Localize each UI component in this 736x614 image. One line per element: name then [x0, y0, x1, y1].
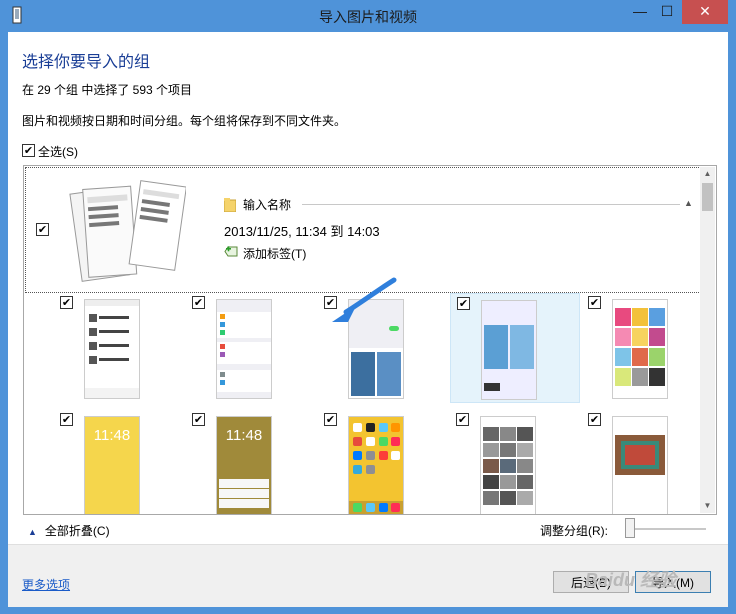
more-options-link[interactable]: 更多选项 [22, 576, 70, 593]
thumbnail-checkbox[interactable]: ✔ [457, 297, 470, 310]
group-slider-thumb[interactable] [625, 518, 635, 538]
thumbnail-item[interactable]: ✔ 11:48 [54, 410, 184, 514]
adjust-groups-label: 调整分组(R): [540, 524, 608, 538]
group-date-range: 2013/11/25, 11:34 到 14:03 [224, 224, 380, 239]
select-all-label[interactable]: 全选(S) [38, 143, 78, 160]
scroll-down-icon[interactable]: ▼ [700, 499, 715, 513]
add-tag-icon [224, 246, 238, 257]
thumbnail-item[interactable]: ✔ 11:48 [186, 410, 316, 514]
thumbnail-item[interactable]: ✔ [450, 410, 580, 514]
close-button[interactable]: ✕ [682, 0, 728, 24]
window-title: 导入图片和视频 [319, 9, 417, 25]
thumbnail-item[interactable]: ✔ [318, 410, 448, 514]
thumbnail-checkbox[interactable]: ✔ [192, 296, 205, 309]
thumbnail-image: 11:48 [84, 416, 140, 514]
thumbnail-item[interactable]: ✔ [186, 293, 316, 403]
thumbnail-image [348, 416, 404, 514]
group-slider-track[interactable] [628, 528, 706, 530]
grouping-description: 图片和视频按日期和时间分组。每个组将保存到不同文件夹。 [22, 114, 347, 128]
folder-icon [224, 198, 236, 212]
group-list[interactable]: ✔ 输入名称 ▲ 2013/11/25, 11:34 到 14:03 添加标签(… [23, 165, 717, 515]
thumbnail-checkbox[interactable]: ✔ [588, 296, 601, 309]
lock-time: 11:48 [93, 427, 131, 444]
thumbnail-checkbox[interactable]: ✔ [588, 413, 601, 426]
scrollbar-thumb[interactable] [702, 183, 713, 211]
annotation-arrow [332, 277, 397, 322]
minimize-button[interactable]: — [628, 0, 652, 24]
thumbnail-checkbox[interactable]: ✔ [60, 413, 73, 426]
collapse-group-icon[interactable]: ▲ [684, 198, 693, 208]
page-title: 选择你要导入的组 [22, 54, 151, 71]
add-tag-link[interactable]: 添加标签(T) [243, 245, 306, 262]
collapse-all-label: 全部折叠(C) [44, 524, 110, 538]
thumbnail-image: 11:48 [216, 416, 272, 514]
thumbnail-checkbox[interactable]: ✔ [324, 413, 337, 426]
thumbnail-checkbox[interactable]: ✔ [60, 296, 73, 309]
dialog-body: 选择你要导入的组 在 29 个组 中选择了 593 个项目 图片和视频按日期和时… [8, 32, 728, 607]
group-separator [302, 204, 680, 205]
vertical-scrollbar[interactable]: ▲ ▼ [700, 167, 715, 513]
thumbnail-image [612, 416, 668, 514]
lock-time: 11:48 [225, 427, 263, 444]
collapse-all-button[interactable]: ▲ 全部折叠(C) [28, 522, 110, 539]
thumbnail-image [480, 416, 536, 514]
group-name-field[interactable]: 输入名称 [243, 196, 291, 213]
group-checkbox[interactable]: ✔ [36, 223, 49, 236]
selection-summary: 在 29 个组 中选择了 593 个项目 [22, 83, 193, 97]
thumbnail-image [216, 299, 272, 399]
select-all-checkbox[interactable]: ✔ [22, 144, 35, 157]
thumbnail-item[interactable]: ✔ [54, 293, 184, 403]
maximize-button[interactable]: ☐ [655, 0, 679, 24]
import-dialog: 导入图片和视频 — ☐ ✕ 选择你要导入的组 在 29 个组 中选择了 593 … [0, 0, 736, 614]
thumbnail-item-selected[interactable]: ✔ [450, 293, 580, 403]
thumbnail-checkbox[interactable]: ✔ [456, 413, 469, 426]
group-header: ✔ 输入名称 ▲ 2013/11/25, 11:34 到 14:03 添加标签(… [25, 167, 701, 293]
thumbnail-image [612, 299, 668, 399]
thumbnail-checkbox[interactable]: ✔ [192, 413, 205, 426]
photo-stack-icon [69, 180, 186, 282]
thumbnail-item[interactable]: ✔ [582, 293, 712, 403]
thumbnail-image [481, 300, 537, 400]
watermark: Baidu 经验 [585, 570, 677, 590]
scroll-up-icon[interactable]: ▲ [700, 167, 715, 181]
chevron-up-icon: ▲ [28, 527, 37, 537]
title-bar[interactable]: 导入图片和视频 — ☐ ✕ [0, 0, 736, 32]
thumbnail-item[interactable]: ✔ [582, 410, 712, 514]
thumbnail-image [84, 299, 140, 399]
